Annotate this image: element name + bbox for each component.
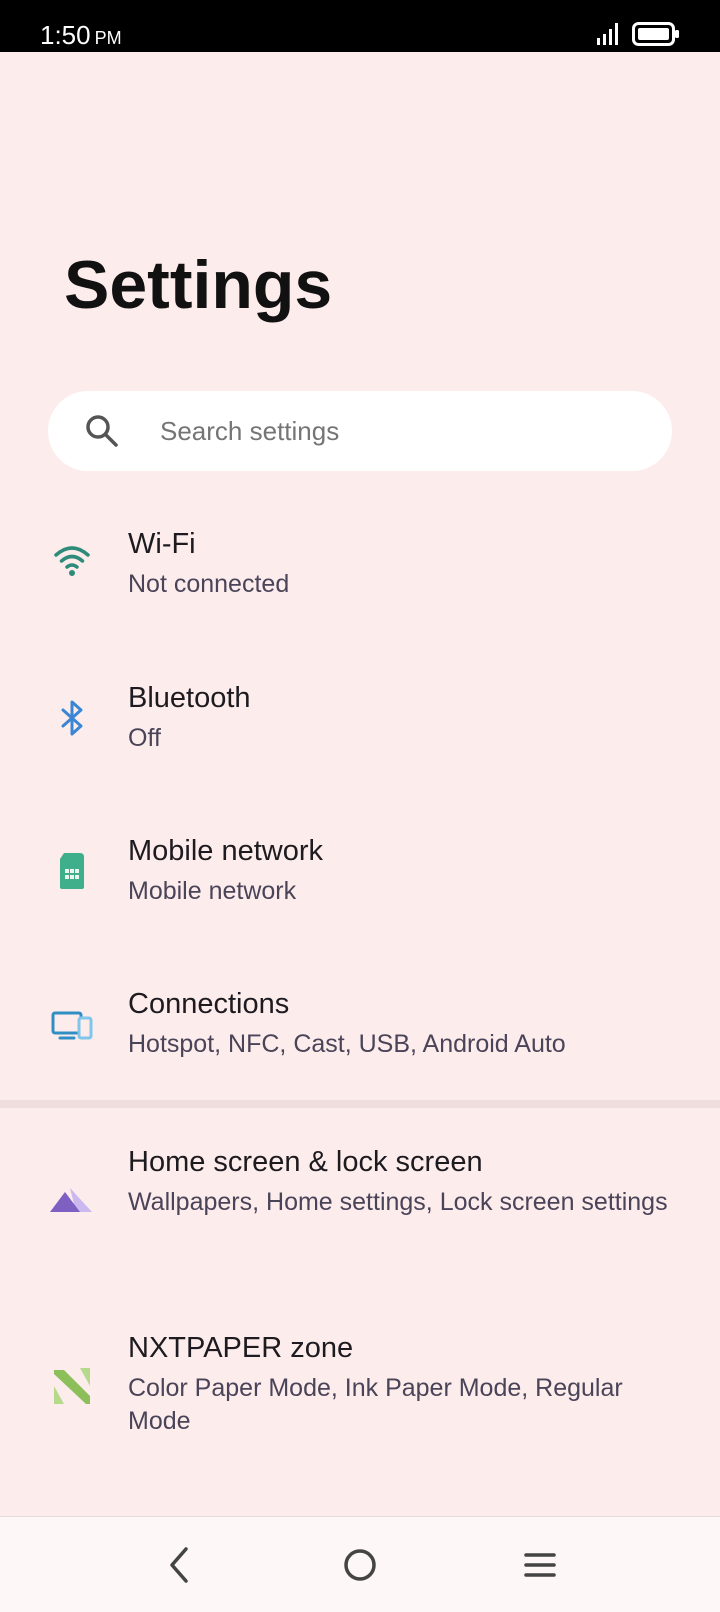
- home-lock-screen-title: Home screen & lock screen: [128, 1146, 483, 1178]
- status-bar: 1:50 PM: [0, 0, 720, 52]
- settings-item-nxtpaper-zone[interactable]: NXTPAPER zone Color Paper Mode, Ink Pape…: [0, 1314, 720, 1474]
- nxtpaper-zone-subtitle: Color Paper Mode, Ink Paper Mode, Regula…: [128, 1374, 623, 1435]
- page-title: Settings: [64, 247, 333, 323]
- wifi-icon: [54, 546, 90, 576]
- settings-item-home-lock-screen[interactable]: Home screen & lock screen Wallpapers, Ho…: [0, 1128, 720, 1288]
- connections-title: Connections: [128, 988, 290, 1020]
- wifi-title: Wi-Fi: [128, 528, 196, 560]
- status-time-ampm: PM: [94, 28, 122, 48]
- search-input[interactable]: [160, 409, 640, 453]
- signal-icon: [597, 23, 618, 45]
- status-time-value: 1:50: [40, 20, 91, 50]
- nxtpaper-icon: [54, 1368, 90, 1404]
- bluetooth-title: Bluetooth: [128, 682, 251, 714]
- settings-item-bluetooth[interactable]: Bluetooth Off: [0, 662, 720, 792]
- mobile-network-subtitle: Mobile network: [128, 877, 297, 905]
- navigation-bar: [0, 1516, 720, 1612]
- search-icon: [86, 415, 118, 447]
- settings-screen: 1:50PM Settings Wi-Fi Not: [0, 0, 720, 1612]
- battery-icon: [632, 22, 679, 46]
- devices-icon: [51, 1011, 93, 1040]
- settings-item-connections[interactable]: Connections Hotspot, NFC, Cast, USB, And…: [0, 968, 720, 1098]
- menu-icon[interactable]: [516, 1541, 564, 1589]
- search-bar[interactable]: [48, 391, 672, 471]
- sim-card-icon: [60, 853, 84, 889]
- wifi-subtitle: Not connected: [128, 570, 290, 598]
- settings-item-wifi[interactable]: Wi-Fi Not connected: [0, 508, 720, 638]
- settings-item-mobile-network[interactable]: Mobile network Mobile network: [0, 815, 720, 945]
- bluetooth-subtitle: Off: [128, 724, 161, 752]
- home-icon[interactable]: [336, 1541, 384, 1589]
- back-icon[interactable]: [156, 1541, 204, 1589]
- section-divider: [0, 1100, 720, 1108]
- bluetooth-icon: [61, 700, 83, 736]
- mountains-icon: [50, 1188, 92, 1212]
- home-lock-screen-subtitle: Wallpapers, Home settings, Lock screen s…: [128, 1188, 668, 1216]
- connections-subtitle: Hotspot, NFC, Cast, USB, Android Auto: [128, 1030, 566, 1058]
- status-time: 1:50 PM: [40, 20, 122, 51]
- mobile-network-title: Mobile network: [128, 835, 324, 867]
- nxtpaper-zone-title: NXTPAPER zone: [128, 1332, 354, 1364]
